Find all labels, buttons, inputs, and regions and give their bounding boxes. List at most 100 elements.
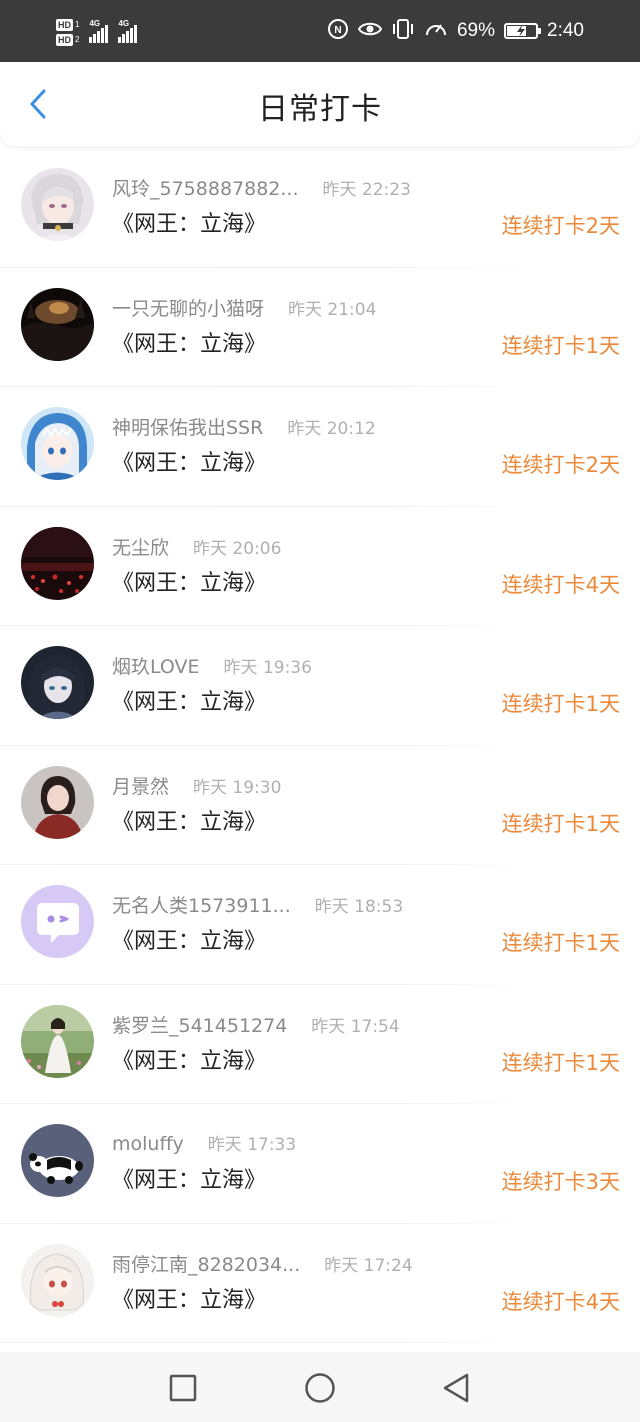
system-nav-bar bbox=[0, 1352, 640, 1422]
hd-indicator-2: HD 2 bbox=[56, 33, 80, 46]
white-hair-girl-avatar[interactable] bbox=[21, 1243, 94, 1317]
username[interactable]: 无名人类1573911... bbox=[112, 891, 291, 918]
status-bar-right: N 69% 2:40 bbox=[327, 0, 584, 62]
book-title[interactable]: 《网王：立海》 bbox=[112, 1043, 266, 1075]
checkin-row[interactable]: 无名人类1573911... 昨天 18:53 《网王：立海》 连续打卡1天 bbox=[0, 865, 640, 985]
checkin-meta: 神明保佑我出SSR 昨天 20:12 bbox=[112, 413, 376, 440]
checkin-meta: 雨停江南_8282034... 昨天 17:24 bbox=[112, 1250, 413, 1277]
battery-charging-icon bbox=[504, 23, 542, 39]
checkin-meta: 烟玖LOVE 昨天 19:36 bbox=[112, 652, 312, 679]
streak-label: 连续打卡1天 bbox=[501, 811, 620, 836]
nav-back-button[interactable] bbox=[438, 1370, 474, 1406]
checkin-time: 昨天 20:06 bbox=[193, 538, 282, 559]
nfc-icon: N bbox=[327, 18, 349, 44]
checkin-list: 风玲_5758887882... 昨天 22:23 《网王：立海》 连续打卡2天… bbox=[0, 148, 640, 1343]
home-button[interactable] bbox=[302, 1370, 338, 1406]
username[interactable]: 无尘欣 bbox=[112, 533, 169, 560]
back-triangle-icon bbox=[443, 1373, 469, 1403]
svg-text:N: N bbox=[334, 25, 341, 36]
signal-icon: 4G bbox=[89, 19, 109, 43]
hd-indicators: HD 1 HD 2 bbox=[56, 18, 80, 46]
status-bar: HD 1 HD 2 4G 4G N 69% 2:40 bbox=[0, 0, 640, 62]
username[interactable]: 紫罗兰_541451274 bbox=[112, 1011, 287, 1038]
checkin-row[interactable]: 雨停江南_8282034... 昨天 17:24 《网王：立海》 连续打卡4天 bbox=[0, 1224, 640, 1343]
anime-girl-avatar[interactable] bbox=[21, 168, 94, 241]
streak-label: 连续打卡1天 bbox=[501, 931, 620, 955]
book-title[interactable]: 《网王：立海》 bbox=[112, 445, 266, 477]
checkin-time: 昨天 18:53 bbox=[314, 897, 404, 917]
username[interactable]: 风玲_5758887882... bbox=[112, 174, 299, 201]
checkin-row[interactable]: 紫罗兰_541451274 昨天 17:54 《网王：立海》 连续打卡1天 bbox=[0, 985, 640, 1104]
checkin-time: 昨天 19:36 bbox=[223, 658, 312, 678]
checkin-meta: 无尘欣 昨天 20:06 bbox=[112, 533, 281, 560]
checkin-meta: 一只无聊的小猫呀 昨天 21:04 bbox=[112, 294, 376, 321]
username[interactable]: moluffy bbox=[112, 1133, 184, 1155]
checkin-row[interactable]: moluffy 昨天 17:33 《网王：立海》 连续打卡3天 bbox=[0, 1104, 640, 1224]
book-title[interactable]: 《网王：立海》 bbox=[112, 804, 266, 836]
hd-sim-number: 1 bbox=[75, 19, 80, 29]
page-header: 日常打卡 bbox=[0, 62, 640, 146]
checkin-row[interactable]: 烟玖LOVE 昨天 19:36 《网王：立海》 连续打卡1天 bbox=[0, 626, 640, 746]
streak-label: 连续打卡1天 bbox=[501, 692, 620, 716]
checkin-row[interactable]: 一只无聊的小猫呀 昨天 21:04 《网王：立海》 连续打卡1天 bbox=[0, 268, 640, 387]
checkin-time: 昨天 17:54 bbox=[311, 1016, 400, 1037]
hd-sim-number: 2 bbox=[75, 34, 80, 44]
book-title[interactable]: 《网王：立海》 bbox=[112, 1282, 266, 1314]
network-type-label: 4G bbox=[89, 19, 101, 28]
eye-icon bbox=[357, 20, 383, 42]
recents-square-icon bbox=[169, 1374, 197, 1402]
speedometer-icon bbox=[424, 18, 448, 44]
recents-button[interactable] bbox=[165, 1370, 201, 1406]
network-type-label: 4G bbox=[118, 19, 130, 28]
checkin-meta: moluffy 昨天 17:33 bbox=[112, 1130, 296, 1155]
chat-bubble-avatar[interactable] bbox=[21, 885, 94, 958]
book-title[interactable]: 《网王：立海》 bbox=[112, 1162, 266, 1194]
book-title[interactable]: 《网王：立海》 bbox=[112, 923, 266, 955]
streak-label: 连续打卡2天 bbox=[501, 214, 620, 238]
red-night-avatar[interactable] bbox=[21, 526, 94, 600]
battery-percent: 69% bbox=[456, 20, 496, 41]
username[interactable]: 月景然 bbox=[112, 772, 169, 799]
username[interactable]: 烟玖LOVE bbox=[112, 652, 200, 679]
vibrate-icon bbox=[391, 18, 415, 44]
username[interactable]: 一只无聊的小猫呀 bbox=[112, 294, 264, 321]
dark-anime-avatar[interactable] bbox=[21, 646, 94, 719]
checkin-time: 昨天 20:12 bbox=[287, 419, 376, 439]
checkin-time: 昨天 19:30 bbox=[193, 777, 282, 798]
checkin-row[interactable]: 无尘欣 昨天 20:06 《网王：立海》 连续打卡4天 bbox=[0, 507, 640, 626]
streak-label: 连续打卡1天 bbox=[501, 1050, 620, 1075]
page-title: 日常打卡 bbox=[258, 92, 382, 127]
checkin-meta: 风玲_5758887882... 昨天 22:23 bbox=[112, 174, 411, 201]
username[interactable]: 雨停江南_8282034... bbox=[112, 1250, 300, 1277]
flower-field-avatar[interactable] bbox=[21, 1004, 94, 1078]
shark-girl-avatar[interactable] bbox=[21, 407, 94, 480]
hd-badge: HD bbox=[56, 33, 73, 46]
book-title[interactable]: 《网王：立海》 bbox=[112, 684, 266, 716]
checkin-time: 昨天 22:23 bbox=[322, 180, 411, 200]
hd-badge: HD bbox=[56, 18, 73, 31]
checkin-time: 昨天 21:04 bbox=[288, 299, 377, 320]
status-bar-left: HD 1 HD 2 4G 4G bbox=[56, 12, 138, 52]
signal-icon: 4G bbox=[118, 19, 138, 43]
checkin-row[interactable]: 风玲_5758887882... 昨天 22:23 《网王：立海》 连续打卡2天 bbox=[0, 148, 640, 268]
checkin-meta: 月景然 昨天 19:30 bbox=[112, 772, 281, 799]
streak-label: 连续打卡4天 bbox=[501, 1289, 620, 1314]
girl-photo-avatar[interactable] bbox=[21, 765, 94, 839]
checkin-meta: 无名人类1573911... 昨天 18:53 bbox=[112, 891, 403, 918]
book-title[interactable]: 《网王：立海》 bbox=[112, 206, 266, 238]
streak-label: 连续打卡2天 bbox=[501, 453, 620, 477]
book-title[interactable]: 《网王：立海》 bbox=[112, 565, 266, 597]
checkin-row[interactable]: 神明保佑我出SSR 昨天 20:12 《网王：立海》 连续打卡2天 bbox=[0, 387, 640, 507]
username[interactable]: 神明保佑我出SSR bbox=[112, 413, 263, 440]
checkin-time: 昨天 17:33 bbox=[207, 1135, 297, 1155]
panda-avatar[interactable] bbox=[21, 1124, 94, 1197]
checkin-meta: 紫罗兰_541451274 昨天 17:54 bbox=[112, 1011, 400, 1038]
sunset-avatar[interactable] bbox=[21, 287, 94, 361]
streak-label: 连续打卡1天 bbox=[501, 333, 620, 358]
home-circle-icon bbox=[305, 1373, 335, 1403]
row-divider bbox=[0, 1342, 540, 1343]
streak-label: 连续打卡4天 bbox=[501, 572, 620, 597]
streak-label: 连续打卡3天 bbox=[501, 1170, 620, 1194]
book-title[interactable]: 《网王：立海》 bbox=[112, 326, 266, 358]
checkin-row[interactable]: 月景然 昨天 19:30 《网王：立海》 连续打卡1天 bbox=[0, 746, 640, 865]
